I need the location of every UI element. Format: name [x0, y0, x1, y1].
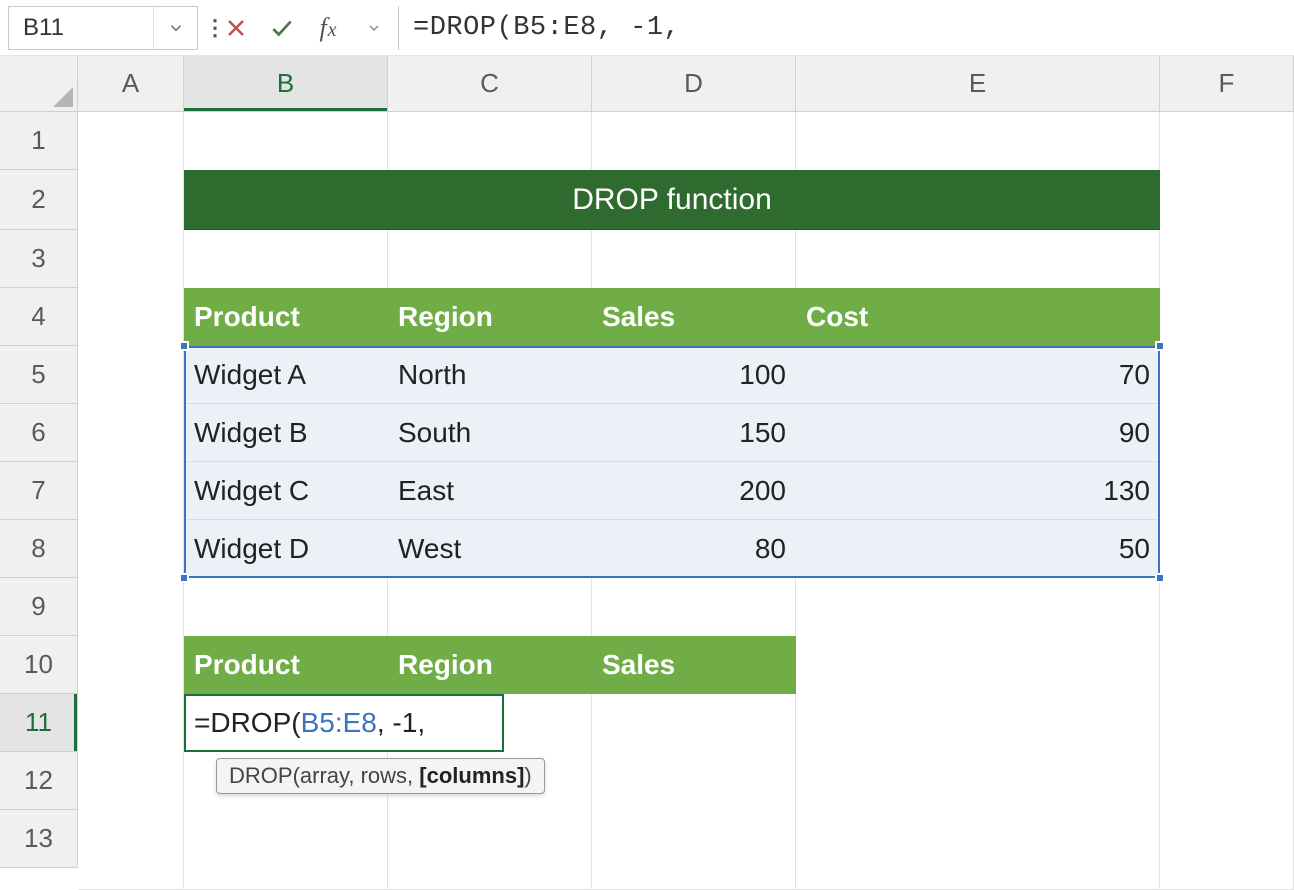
t1-header-product: Product: [184, 288, 388, 346]
range-handle-tr[interactable]: [1155, 341, 1165, 351]
formula-bar-buttons: fx: [212, 14, 398, 42]
t1-r3-cost[interactable]: 130: [796, 462, 1160, 520]
t1-r3-product[interactable]: Widget C: [184, 462, 388, 520]
col-header-A[interactable]: A: [78, 56, 184, 112]
col-A-lines: [78, 112, 184, 890]
excel-window: { "namebox": { "value": "B11" }, "formul…: [0, 0, 1294, 890]
t2-header-sales: Sales: [592, 636, 796, 694]
formula-input[interactable]: =DROP(B5:E8, -1,: [398, 6, 1294, 50]
t1-r1-product[interactable]: Widget A: [184, 346, 388, 404]
row-header-1[interactable]: 1: [0, 112, 78, 170]
tooltip-post: ): [524, 763, 531, 788]
tooltip-fn: DROP: [229, 763, 293, 788]
tooltip-pre: (array, rows,: [293, 763, 420, 788]
t2-header-product: Product: [184, 636, 388, 694]
active-cell-edit[interactable]: =DROP(B5:E8, -1,: [184, 694, 504, 752]
col-header-E[interactable]: E: [796, 56, 1160, 112]
t1-r3-sales[interactable]: 200: [592, 462, 796, 520]
t1-r4-product[interactable]: Widget D: [184, 520, 388, 578]
t1-r4-region[interactable]: West: [388, 520, 592, 578]
row-header-9[interactable]: 9: [0, 578, 78, 636]
edit-suffix: , -1,: [377, 707, 425, 739]
t1-header-region: Region: [388, 288, 592, 346]
row-header-4[interactable]: 4: [0, 288, 78, 346]
range-handle-bl[interactable]: [179, 573, 189, 583]
name-box-value: B11: [9, 14, 153, 42]
range-handle-br[interactable]: [1155, 573, 1165, 583]
col-header-C[interactable]: C: [388, 56, 592, 112]
t1-r1-region[interactable]: North: [388, 346, 592, 404]
row-header-11[interactable]: 11: [0, 694, 78, 752]
row-header-10[interactable]: 10: [0, 636, 78, 694]
t1-r1-cost[interactable]: 70: [796, 346, 1160, 404]
row-header-8[interactable]: 8: [0, 520, 78, 578]
formula-bar: B11 ⋮ fx =DROP(B5:E8, -1,: [0, 0, 1294, 56]
col-header-B[interactable]: B: [184, 56, 388, 112]
t1-r3-region[interactable]: East: [388, 462, 592, 520]
t1-header-sales: Sales: [592, 288, 796, 346]
spreadsheet-grid[interactable]: A B C D E F 1 2 3 4 5 6 7 8 9 10 11 12 1…: [0, 56, 1294, 890]
t1-r4-sales[interactable]: 80: [592, 520, 796, 578]
name-box-dropdown-icon[interactable]: [153, 7, 197, 49]
insert-function-button[interactable]: fx: [314, 14, 342, 42]
row-header-3[interactable]: 3: [0, 230, 78, 288]
t2-header-region: Region: [388, 636, 592, 694]
edit-ref: B5:E8: [301, 707, 377, 739]
t1-r1-sales[interactable]: 100: [592, 346, 796, 404]
formula-bar-expand-icon[interactable]: [360, 14, 388, 42]
col-header-F[interactable]: F: [1160, 56, 1294, 112]
row-header-13[interactable]: 13: [0, 810, 78, 868]
row-header-7[interactable]: 7: [0, 462, 78, 520]
t1-r4-cost[interactable]: 50: [796, 520, 1160, 578]
row-header-5[interactable]: 5: [0, 346, 78, 404]
row-header-2[interactable]: 2: [0, 170, 78, 230]
separator-icon: ⋮: [198, 15, 212, 41]
tooltip-bold: [columns]: [419, 763, 524, 788]
t1-r2-product[interactable]: Widget B: [184, 404, 388, 462]
cancel-button[interactable]: [222, 14, 250, 42]
col-header-D[interactable]: D: [592, 56, 796, 112]
title-banner: DROP function: [184, 170, 1160, 230]
name-box[interactable]: B11: [8, 6, 198, 50]
row-header-6[interactable]: 6: [0, 404, 78, 462]
t1-header-cost: Cost: [796, 288, 1160, 346]
t1-r2-cost[interactable]: 90: [796, 404, 1160, 462]
t1-r2-sales[interactable]: 150: [592, 404, 796, 462]
function-tooltip[interactable]: DROP(array, rows, [columns]): [216, 758, 545, 794]
col-F-lines: [1160, 112, 1294, 890]
row-header-12[interactable]: 12: [0, 752, 78, 810]
enter-button[interactable]: [268, 14, 296, 42]
t1-r2-region[interactable]: South: [388, 404, 592, 462]
edit-prefix: =DROP(: [194, 707, 301, 739]
range-handle-tl[interactable]: [179, 341, 189, 351]
select-all-corner[interactable]: [0, 56, 78, 112]
